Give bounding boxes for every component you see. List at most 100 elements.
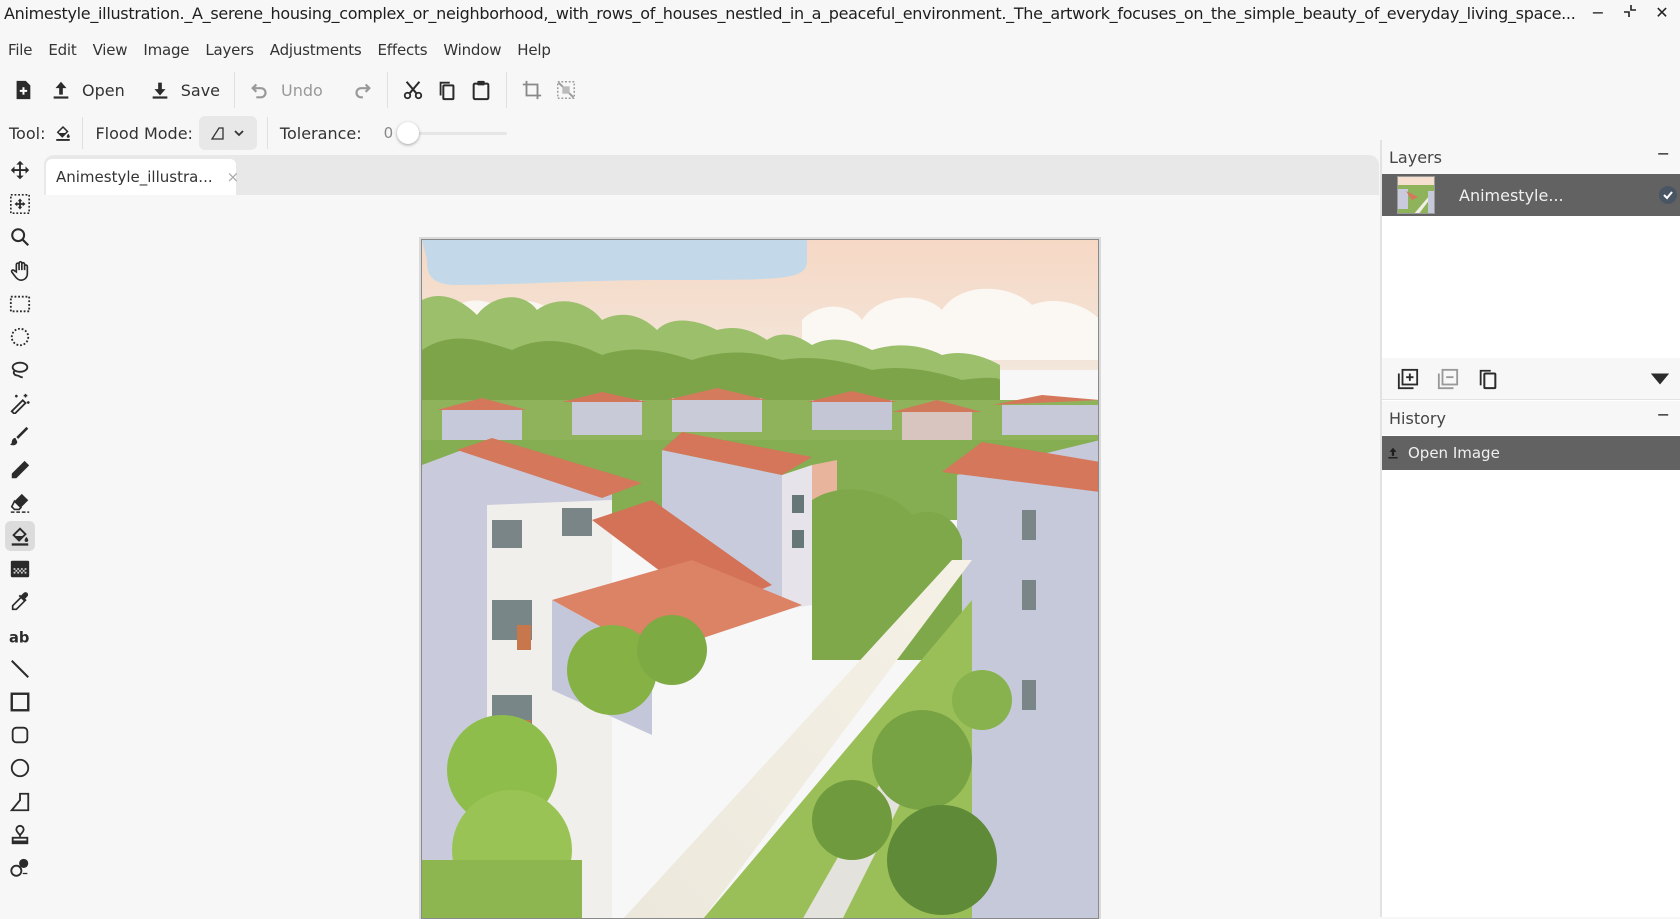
left-grass [422, 860, 582, 918]
menu-file[interactable]: File [0, 38, 40, 64]
menu-effects[interactable]: Effects [370, 38, 436, 64]
gradient-tool[interactable] [5, 554, 35, 584]
title-bar: Animestyle_illustration._A_serene_housin… [0, 0, 1680, 30]
add-layer-button[interactable] [1392, 363, 1424, 395]
checkmark-icon [1663, 191, 1673, 200]
gradient-icon [10, 561, 30, 578]
collapse-history-icon[interactable]: − [1657, 405, 1670, 424]
layer-thumbnail [1397, 176, 1435, 214]
crop-to-selection-icon [522, 80, 541, 100]
layer-item[interactable]: Animestyle... [1382, 174, 1680, 216]
save-label: Save [180, 80, 221, 100]
menu-view[interactable]: View [85, 38, 136, 64]
new-document-button[interactable] [4, 72, 42, 108]
magic-wand-tool[interactable] [5, 388, 35, 418]
menu-help[interactable]: Help [509, 38, 558, 64]
close-tab-icon[interactable]: × [227, 168, 240, 186]
paste-button[interactable] [462, 72, 500, 108]
menu-window[interactable]: Window [435, 38, 509, 64]
open-label: Open [82, 80, 125, 100]
minimize-icon[interactable]: − [1587, 3, 1609, 22]
eraser-tool[interactable] [5, 488, 35, 518]
layer-actions-bar [1382, 358, 1680, 400]
zoom-icon [11, 228, 30, 247]
rectangle-select-tool[interactable] [5, 289, 35, 319]
canvas-area: Animestyle_illustra... × [44, 155, 1379, 919]
move-icon [10, 160, 30, 180]
image-canvas[interactable] [419, 237, 1101, 919]
menu-image[interactable]: Image [135, 38, 197, 64]
options-divider [266, 117, 268, 149]
right-panel: Layers − Animestyle... History − Open Im… [1380, 140, 1680, 917]
tolerance-slider-thumb[interactable] [397, 122, 420, 144]
duplicate-layer-button[interactable] [1472, 363, 1504, 395]
save-button[interactable]: Save [141, 72, 228, 108]
new-document-icon [16, 80, 31, 100]
undo-button[interactable]: Undo [241, 72, 331, 108]
crop-to-selection-button[interactable] [513, 72, 551, 108]
menu-adjustments[interactable]: Adjustments [262, 38, 370, 64]
flood-mode-dropdown[interactable] [198, 116, 257, 150]
rectangle-tool[interactable] [5, 687, 35, 717]
lasso-icon [11, 361, 29, 379]
tolerance-slider[interactable] [397, 118, 508, 148]
freeform-shape-tool[interactable] [5, 787, 35, 817]
document-tab-label: Animestyle_illustra... [56, 168, 213, 186]
ellipse-select-tool[interactable] [5, 322, 35, 352]
ellipse-tool[interactable] [5, 753, 35, 783]
zoom-tool[interactable] [5, 222, 35, 252]
move-selection-tool[interactable] [5, 189, 35, 219]
menu-edit[interactable]: Edit [40, 38, 84, 64]
options-divider [82, 117, 84, 149]
delete-layer-button[interactable] [1432, 363, 1464, 395]
line-tool[interactable] [5, 654, 35, 684]
color-picker-tool[interactable] [5, 587, 35, 617]
duplicate-layer-icon [1479, 369, 1497, 389]
deselect-button[interactable] [551, 72, 581, 108]
ellipse-select-icon [10, 327, 30, 347]
clone-stamp-tool[interactable] [5, 820, 35, 850]
text-tool[interactable]: ab [5, 621, 35, 651]
svg-text:ab: ab [9, 629, 29, 646]
lasso-select-tool[interactable] [5, 355, 35, 385]
pan-tool[interactable] [5, 256, 35, 286]
layer-menu-button[interactable] [1644, 363, 1676, 395]
cut-icon [403, 81, 422, 100]
hand-icon [10, 260, 29, 281]
redo-icon [355, 83, 371, 99]
menu-layers[interactable]: Layers [197, 38, 261, 64]
layers-panel-header: Layers − [1382, 140, 1680, 174]
rectangle-icon [10, 692, 30, 712]
cut-button[interactable] [394, 72, 432, 108]
copy-icon [439, 81, 455, 101]
collapse-layers-icon[interactable]: − [1657, 144, 1670, 163]
toolbar-divider [505, 72, 507, 108]
history-panel-title: History [1389, 408, 1446, 428]
redo-button[interactable] [343, 72, 381, 108]
clone-stamp-icon [11, 824, 29, 844]
history-item[interactable]: Open Image [1382, 436, 1680, 470]
paste-icon [472, 80, 490, 101]
copy-button[interactable] [432, 72, 462, 108]
open-icon [53, 81, 69, 99]
restore-icon[interactable] [1619, 3, 1641, 22]
document-tab[interactable]: Animestyle_illustra... × [46, 159, 239, 195]
pencil-tool[interactable] [5, 455, 35, 485]
add-layer-icon [1397, 368, 1419, 389]
paintbrush-tool[interactable] [5, 422, 35, 452]
freeform-shape-icon [9, 792, 30, 811]
recolor-tool[interactable] [5, 853, 35, 883]
ellipse-icon [10, 759, 30, 778]
toolbar-divider [234, 72, 236, 108]
history-item-label: Open Image [1408, 444, 1500, 462]
paint-bucket-tool[interactable] [5, 521, 35, 552]
layer-visibility-checkbox[interactable] [1659, 186, 1677, 204]
canvas-illustration [422, 240, 1098, 918]
open-button[interactable]: Open [42, 72, 133, 108]
rounded-rectangle-tool[interactable] [5, 720, 35, 750]
move-selected-tool[interactable] [5, 156, 35, 186]
eraser-icon [10, 493, 30, 513]
close-icon[interactable]: ✕ [1651, 3, 1673, 22]
chevron-down-icon [1650, 373, 1670, 384]
history-panel-header: History − [1382, 401, 1680, 435]
